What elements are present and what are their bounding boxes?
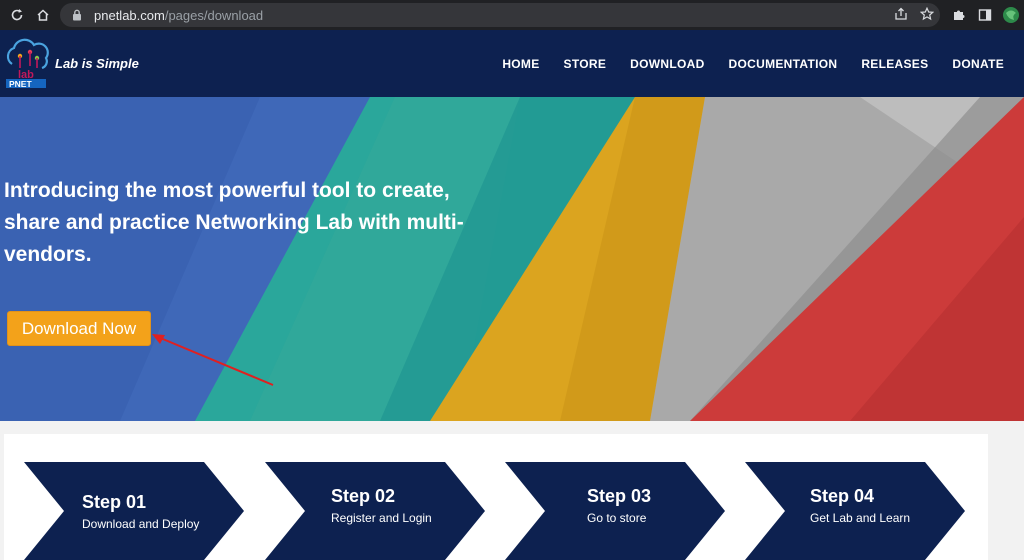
reload-icon[interactable] <box>4 2 30 28</box>
step-desc: Download and Deploy <box>82 517 200 531</box>
address-bar[interactable]: pnetlab.com /pages/download <box>60 3 940 27</box>
step-card: Step 02 Register and Login <box>265 462 485 560</box>
step-title: Step 02 <box>331 486 396 506</box>
nav-documentation[interactable]: DOCUMENTATION <box>729 57 838 71</box>
step-desc: Register and Login <box>331 511 432 525</box>
nav-donate[interactable]: DONATE <box>952 57 1004 71</box>
step-title: Step 01 <box>82 492 147 512</box>
site-header: lab PNET Lab is Simple HOME STORE DOWNLO… <box>0 30 1024 97</box>
step-desc: Get Lab and Learn <box>810 511 911 525</box>
extensions-icon[interactable] <box>948 2 970 28</box>
star-icon[interactable] <box>919 6 935 24</box>
steps-section: Step 01 Download and Deploy Step 02 Regi… <box>4 434 988 560</box>
lock-icon[interactable] <box>70 8 84 22</box>
site-tagline: Lab is Simple <box>55 56 139 71</box>
logo-text: PNET <box>9 79 32 88</box>
step-card: Step 03 Go to store <box>505 462 725 560</box>
url-host: pnetlab.com <box>94 7 165 23</box>
hero-banner: Introducing the most powerful tool to cr… <box>0 97 1024 421</box>
nav-download[interactable]: DOWNLOAD <box>630 57 704 71</box>
share-icon[interactable] <box>894 7 908 24</box>
nav-home[interactable]: HOME <box>502 57 539 71</box>
step-title: Step 04 <box>810 486 875 506</box>
step-card: Step 04 Get Lab and Learn <box>745 462 965 560</box>
nav-releases[interactable]: RELEASES <box>861 57 928 71</box>
step-desc: Go to store <box>587 511 647 525</box>
red-arrow-annotation <box>152 334 274 386</box>
step-title: Step 03 <box>587 486 652 506</box>
home-icon[interactable] <box>30 2 56 28</box>
pnetlab-logo[interactable]: lab PNET <box>4 38 52 89</box>
nav-store[interactable]: STORE <box>564 57 607 71</box>
browser-toolbar: pnetlab.com /pages/download <box>0 0 1024 30</box>
step-card: Step 01 Download and Deploy <box>24 462 244 560</box>
profile-icon[interactable] <box>1000 2 1022 28</box>
main-nav: HOME STORE DOWNLOAD DOCUMENTATION RELEAS… <box>502 30 1004 97</box>
url-path: /pages/download <box>164 7 264 23</box>
sidebar-icon[interactable] <box>974 2 996 28</box>
